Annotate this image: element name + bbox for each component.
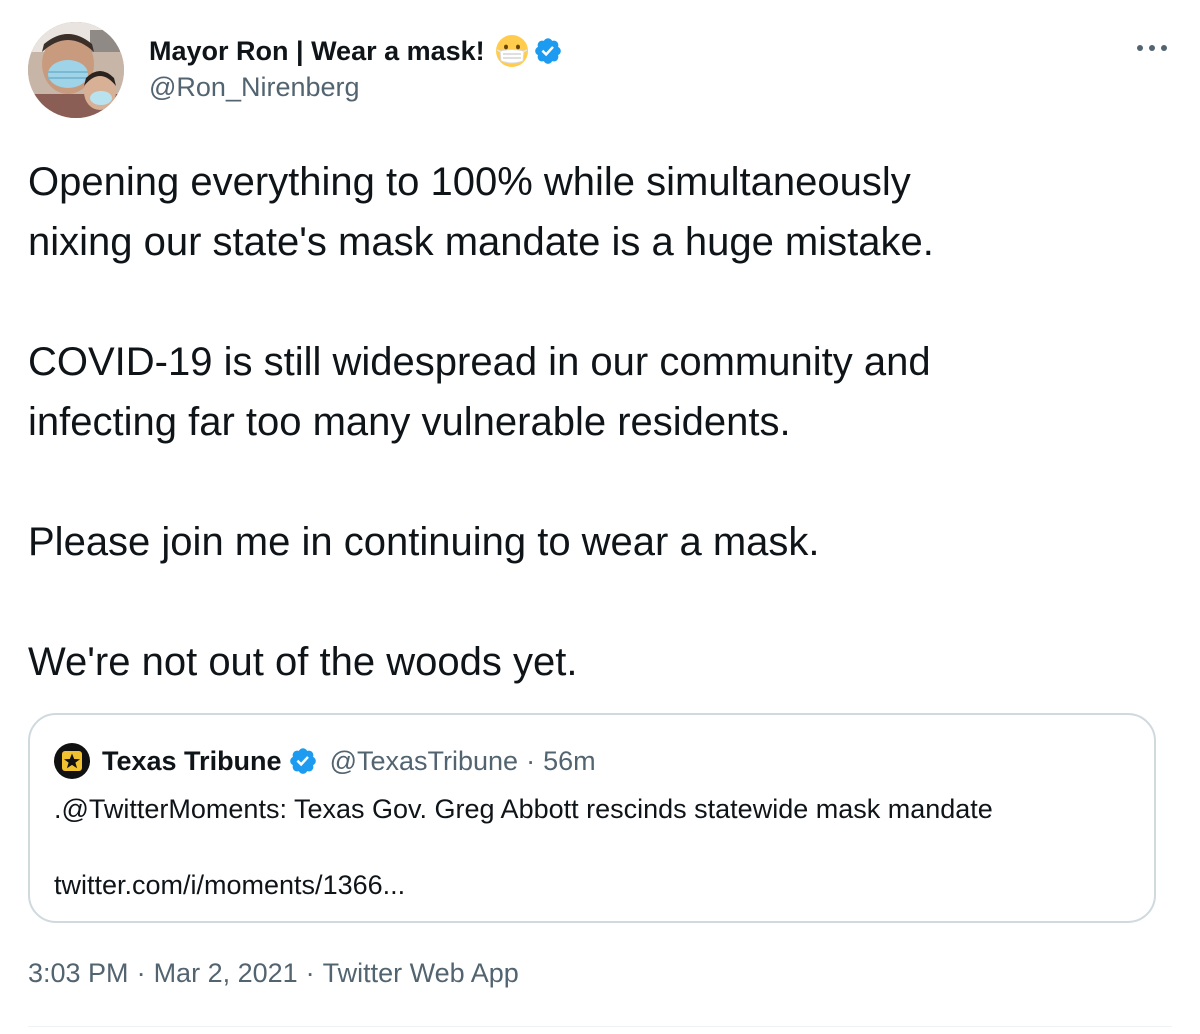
author-avatar[interactable] — [28, 22, 124, 118]
verified-badge-icon — [533, 36, 563, 66]
more-horizontal-icon — [1137, 45, 1167, 51]
more-options-button[interactable] — [1132, 36, 1172, 60]
tweet-source[interactable]: Twitter Web App — [323, 958, 519, 989]
quoted-author-handle: @TexasTribune — [329, 745, 519, 776]
quoted-tweet-header: Texas Tribune @TexasTribune · 56m — [54, 743, 596, 779]
quoted-author-name: Texas Tribune — [102, 745, 282, 776]
separator-dot: · — [526, 745, 536, 776]
tweet-paragraph: Opening everything to 100% while simulta… — [28, 160, 934, 264]
quoted-tweet-card[interactable]: Texas Tribune @TexasTribune · 56m .@Twit… — [28, 713, 1156, 923]
tweet-meta: 3:03 PM · Mar 2, 2021 · Twitter Web App — [28, 958, 519, 989]
tweet-header: Mayor Ron | Wear a mask! @Ron_Nirenberg — [28, 22, 1172, 118]
verified-badge-icon — [288, 746, 318, 776]
divider — [28, 1026, 1172, 1027]
author-display-name[interactable]: Mayor Ron | Wear a mask! — [149, 36, 485, 67]
face-with-medical-mask-icon — [495, 34, 529, 68]
quoted-tweet-time: 56m — [543, 745, 596, 776]
tweet-date[interactable]: Mar 2, 2021 — [154, 958, 298, 989]
tweet-body: Opening everything to 100% while simulta… — [28, 152, 1148, 692]
quoted-tweet-text: .@TwitterMoments: Texas Gov. Greg Abbott… — [54, 794, 993, 824]
avatar-photo — [28, 22, 124, 118]
author-names: Mayor Ron | Wear a mask! @Ron_Nirenberg — [149, 32, 563, 103]
separator-dot: · — [136, 958, 146, 988]
tweet-time[interactable]: 3:03 PM — [28, 958, 129, 989]
texas-tribune-logo-icon — [54, 743, 90, 779]
author-handle[interactable]: @Ron_Nirenberg — [149, 72, 563, 103]
separator-dot: · — [305, 958, 315, 988]
display-name-row: Mayor Ron | Wear a mask! — [149, 32, 563, 70]
tweet-paragraph: We're not out of the woods yet. — [28, 640, 578, 684]
tweet-paragraph: Please join me in continuing to wear a m… — [28, 520, 820, 564]
quoted-tweet-link[interactable]: twitter.com/i/moments/1366... — [54, 867, 405, 903]
tweet-paragraph: COVID-19 is still widespread in our comm… — [28, 340, 931, 444]
tweet: Mayor Ron | Wear a mask! @Ron_Nirenberg … — [0, 0, 1200, 1034]
